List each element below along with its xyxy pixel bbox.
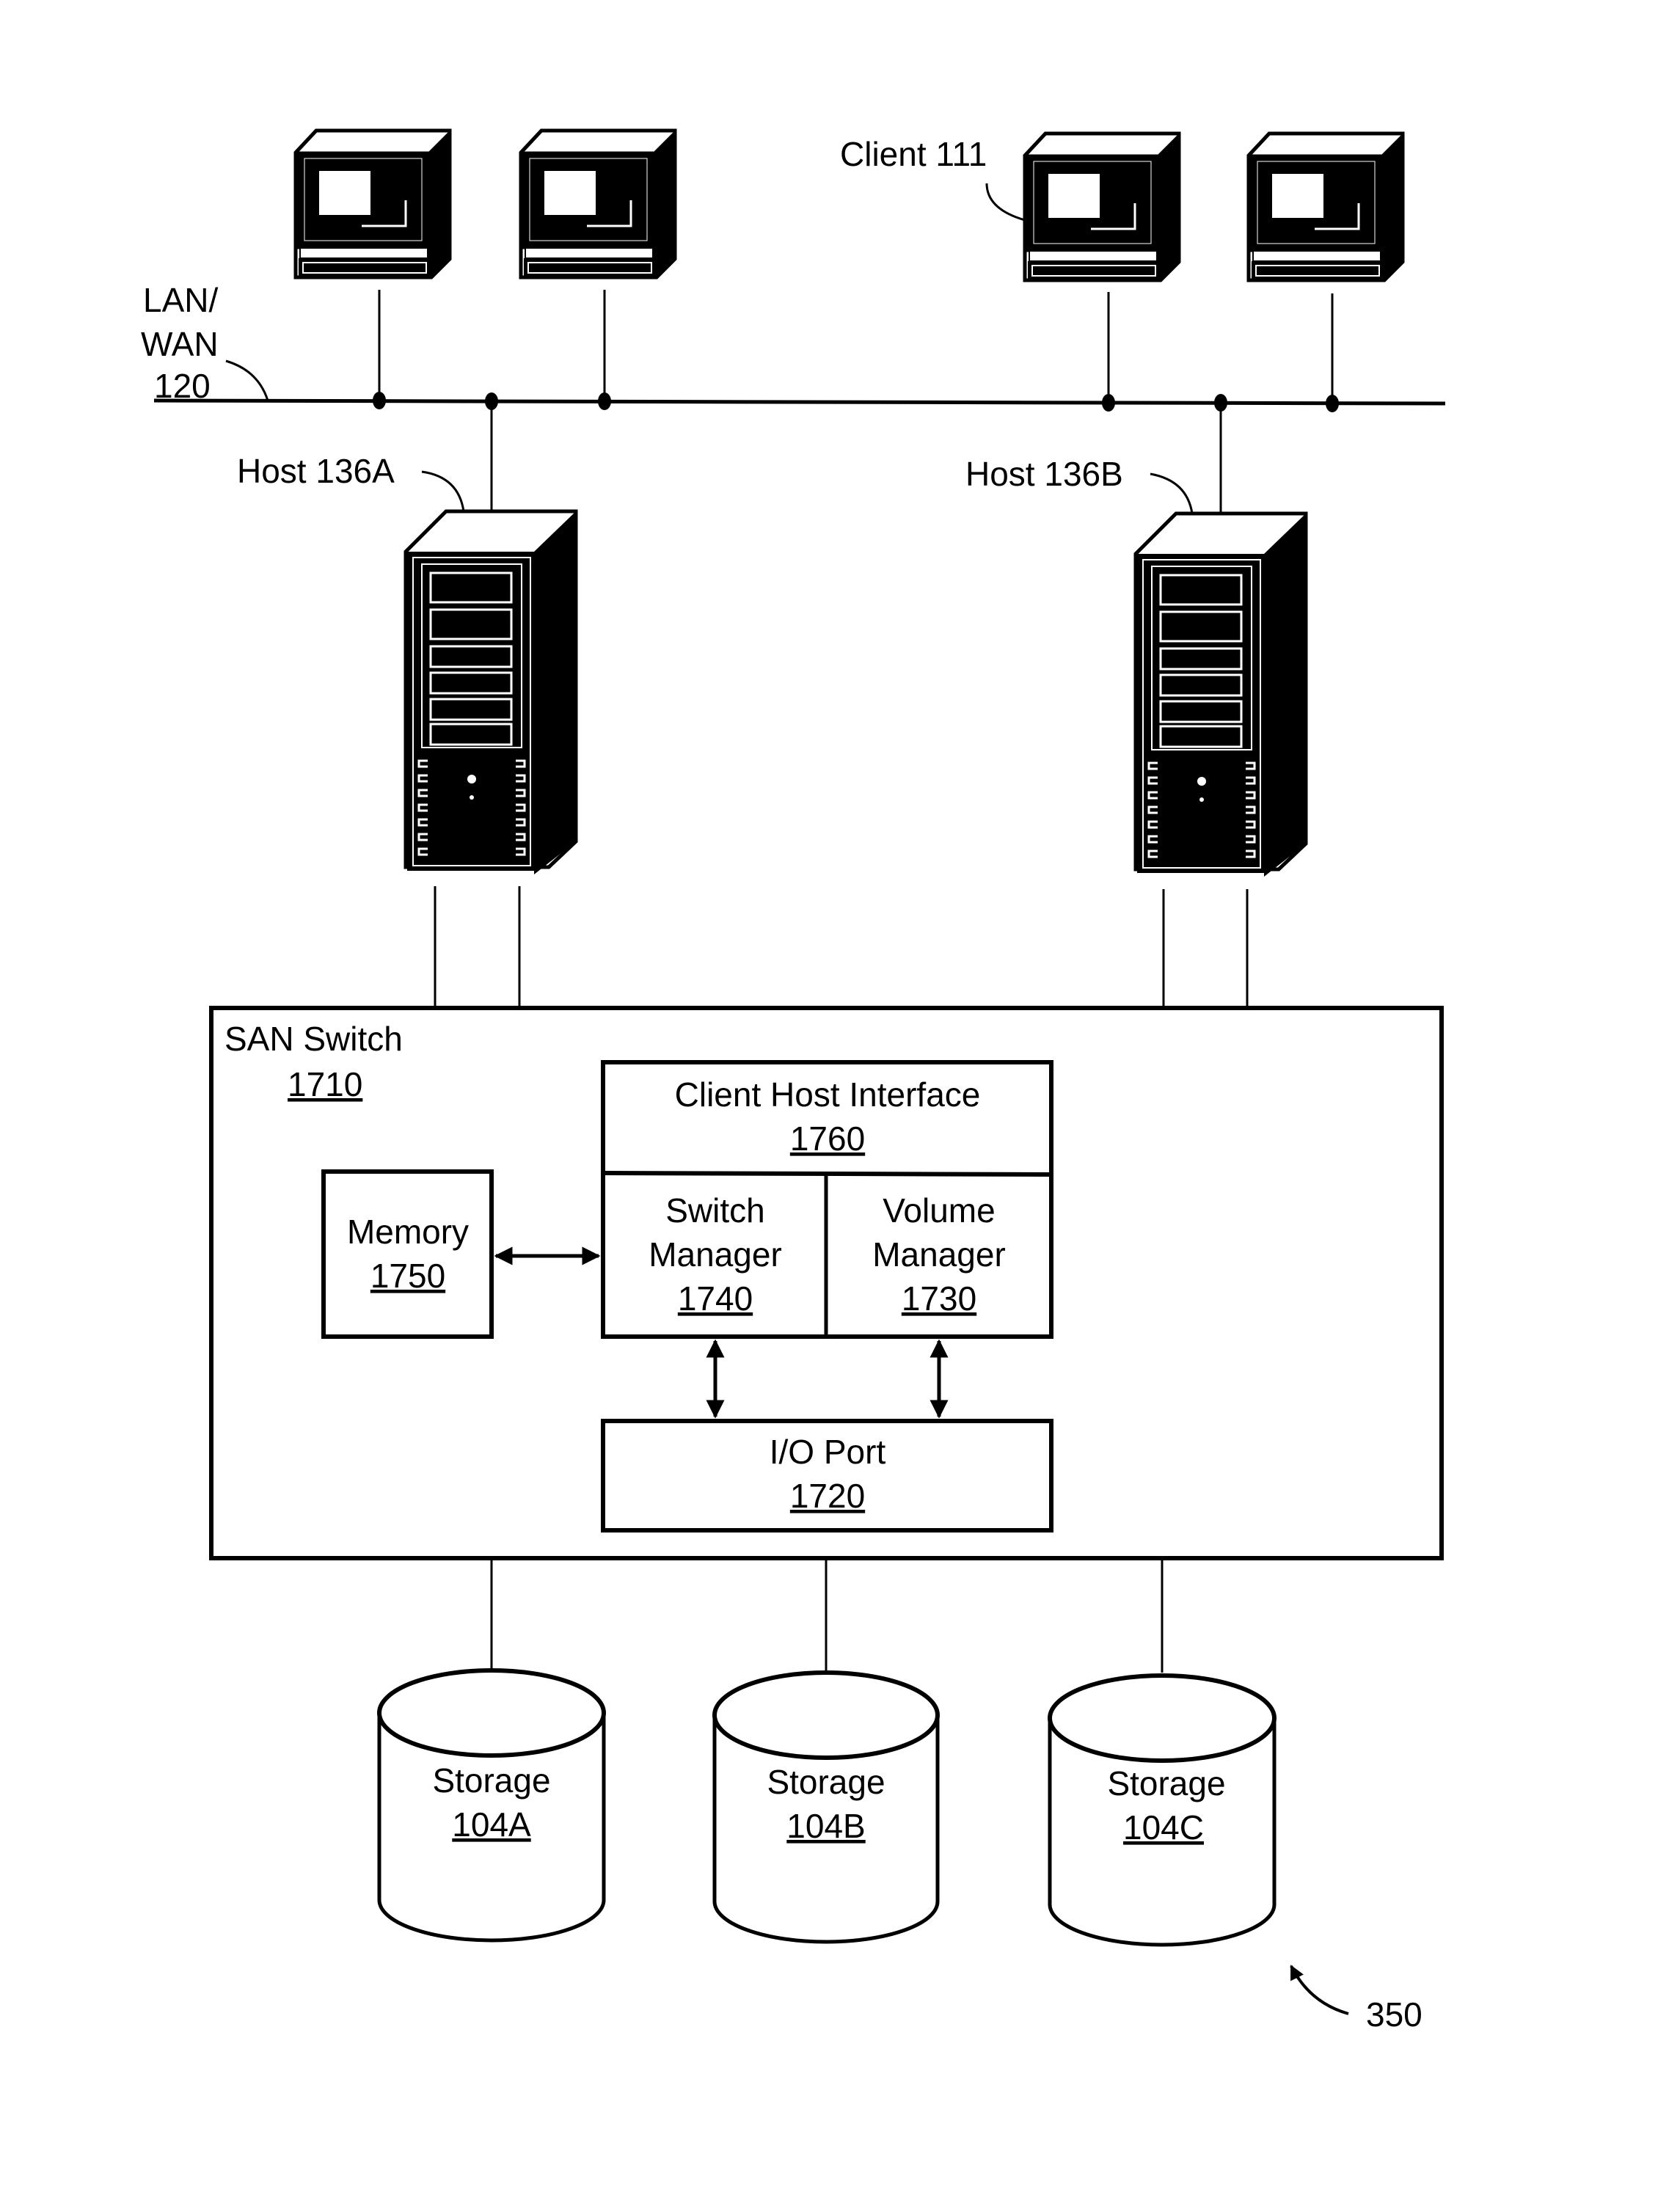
- volume-manager-line1: Volume: [883, 1191, 995, 1230]
- storage-a-title: Storage: [432, 1761, 550, 1800]
- host-a-leader: [421, 470, 465, 512]
- client-host-interface-title: Client Host Interface: [675, 1075, 981, 1114]
- storage-c-title: Storage: [1107, 1764, 1225, 1802]
- junction-dot: [1102, 394, 1115, 412]
- lan-wan-leader: [225, 359, 269, 401]
- junction-dot: [485, 392, 498, 410]
- volume-manager-ref: 1730: [902, 1279, 976, 1318]
- lan-wan-label-line2: WAN: [141, 325, 219, 363]
- client-111-leader: [985, 183, 1026, 222]
- storage-b-ref: 104B: [786, 1807, 865, 1845]
- io-port-title: I/O Port: [770, 1433, 886, 1471]
- lan-wan-line: [153, 398, 1446, 406]
- switch-manager-ref: 1740: [678, 1279, 753, 1318]
- junction-dot: [373, 392, 386, 409]
- host-b-server-icon: [1136, 514, 1306, 877]
- client-computer-icon-1: [296, 131, 450, 277]
- client-111-label: Client 111: [840, 135, 987, 173]
- client-computer-icon-3: [1025, 134, 1179, 280]
- memory-box: [321, 1169, 494, 1339]
- io-port-ref: 1720: [790, 1477, 865, 1515]
- memory-title: Memory: [347, 1213, 469, 1251]
- storage-a-ref: 104A: [452, 1805, 531, 1844]
- memory-ref: 1750: [370, 1257, 445, 1295]
- lan-wan-ref: 120: [154, 367, 211, 405]
- volume-manager-line2: Manager: [872, 1235, 1006, 1274]
- host-b-leader: [1150, 472, 1194, 514]
- host-b-label: Host 136B: [965, 455, 1123, 493]
- san-architecture-diagram: LAN/ WAN 120 Client 111 Host 136A Host 1…: [141, 0, 1446, 2034]
- storage-c-ref: 104C: [1123, 1808, 1204, 1846]
- san-switch-title: SAN Switch: [224, 1020, 403, 1058]
- host-a-label: Host 136A: [237, 452, 395, 490]
- junction-dot: [598, 392, 611, 410]
- lan-wan-label-line1: LAN/: [143, 281, 218, 319]
- junction-dot: [1214, 394, 1227, 412]
- switch-manager-line1: Switch: [665, 1191, 764, 1230]
- client-computer-icon-4: [1249, 134, 1403, 280]
- storage-b-title: Storage: [767, 1763, 885, 1801]
- switch-manager-line2: Manager: [649, 1235, 782, 1274]
- figure-ref-arrow: [1290, 1965, 1349, 2015]
- client-computer-icon-2: [521, 131, 675, 277]
- junction-dot: [1326, 395, 1339, 412]
- chi-divider: [602, 1171, 1052, 1177]
- host-a-server-icon: [406, 511, 576, 874]
- san-switch-ref: 1710: [288, 1065, 362, 1103]
- client-host-interface-ref: 1760: [790, 1119, 865, 1158]
- figure-ref-label: 350: [1366, 1995, 1422, 2034]
